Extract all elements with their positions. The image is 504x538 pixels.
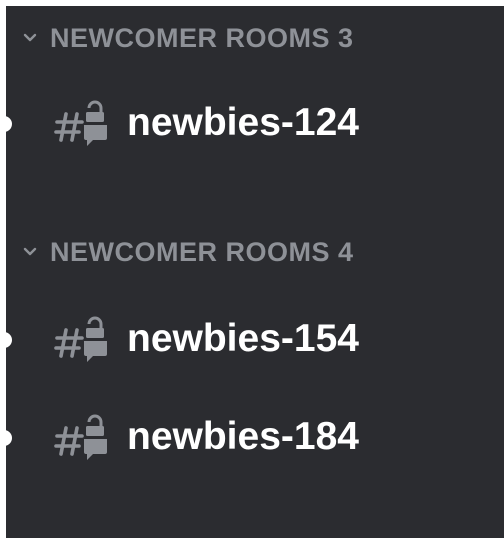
unread-indicator (6, 430, 12, 446)
category-header-newcomer-rooms-4[interactable]: NEWCOMER ROOMS 4 (6, 230, 354, 274)
unread-indicator (6, 116, 12, 132)
channel-item-newbies-154[interactable]: newbies-154 (6, 308, 504, 372)
category-label: NEWCOMER ROOMS 4 (50, 236, 354, 267)
channel-sidebar: NEWCOMER ROOMS 3 newbies-124 NEWCOMER RO… (6, 6, 504, 538)
channel-item-newbies-184[interactable]: newbies-184 (6, 406, 504, 470)
unread-indicator (6, 332, 12, 348)
chevron-down-icon (18, 240, 42, 264)
locked-text-channel-icon (54, 100, 110, 148)
channel-name: newbies-184 (127, 415, 359, 459)
category-label: NEWCOMER ROOMS 3 (50, 22, 354, 53)
category-header-newcomer-rooms-3[interactable]: NEWCOMER ROOMS 3 (6, 16, 354, 60)
channel-item-newbies-124[interactable]: newbies-124 (6, 92, 504, 156)
channel-name: newbies-154 (127, 317, 359, 361)
channel-name: newbies-124 (127, 101, 359, 145)
locked-text-channel-icon (54, 414, 110, 462)
chevron-down-icon (18, 26, 42, 50)
locked-text-channel-icon (54, 316, 110, 364)
